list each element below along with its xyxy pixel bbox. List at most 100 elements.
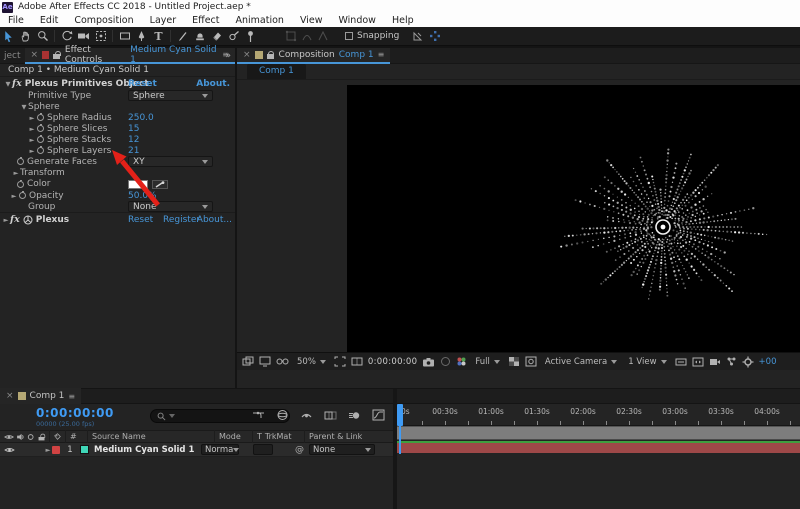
- sphere-radius-value[interactable]: 250.0: [128, 113, 154, 123]
- mini-flowchart-icon[interactable]: [252, 410, 265, 421]
- mask-visibility-icon[interactable]: [525, 356, 537, 367]
- playhead-handle[interactable]: [397, 404, 403, 426]
- puppet-pin-tool-icon[interactable]: [242, 28, 259, 45]
- expand-triangle-icon[interactable]: ►: [28, 125, 36, 133]
- close-icon[interactable]: ×: [243, 50, 251, 60]
- frame-blending-icon[interactable]: [324, 410, 337, 421]
- parent-dropdown[interactable]: None: [309, 444, 375, 455]
- motion-blur-icon[interactable]: [348, 410, 361, 421]
- layer-label-color[interactable]: [52, 446, 60, 454]
- stopwatch-icon[interactable]: [37, 125, 44, 132]
- pan-behind-tool-icon[interactable]: [92, 28, 109, 45]
- parent-pickwhip-icon[interactable]: @: [295, 445, 304, 455]
- eraser-tool-icon[interactable]: [208, 28, 225, 45]
- primitive-type-dropdown[interactable]: Sphere: [128, 90, 213, 101]
- menu-window[interactable]: Window: [330, 15, 383, 26]
- timeline-track-area[interactable]: 0s 00:30s 01:00s 01:30s 02:00s 02:30s 03…: [397, 404, 800, 509]
- about-link[interactable]: About...: [197, 215, 232, 225]
- blend-mode-dropdown[interactable]: Norma: [201, 444, 239, 455]
- eyedropper-icon[interactable]: [152, 180, 168, 189]
- shy-layers-icon[interactable]: [300, 410, 313, 421]
- reset-link[interactable]: Reset: [128, 215, 153, 225]
- comp-1-tab[interactable]: Comp 1: [247, 64, 306, 79]
- sphere-group-row[interactable]: ▼ Sphere: [0, 101, 235, 112]
- menu-help[interactable]: Help: [384, 15, 422, 26]
- work-area-bar[interactable]: [397, 426, 800, 440]
- fast-previews-icon[interactable]: [709, 357, 721, 367]
- camera-tool-icon[interactable]: [75, 28, 92, 45]
- composition-canvas[interactable]: [347, 85, 800, 370]
- snapping-checkbox[interactable]: [345, 32, 353, 40]
- sphere-layers-value[interactable]: 21: [128, 146, 139, 156]
- parent-link-column[interactable]: Parent & Link: [305, 430, 393, 443]
- type-tool-icon[interactable]: T: [150, 28, 167, 45]
- reset-link[interactable]: Reset: [128, 79, 157, 89]
- expand-triangle-icon[interactable]: ►: [10, 192, 18, 200]
- composition-viewport[interactable]: 50% 0:00:00:00 Full Active Camera 1 View: [237, 81, 800, 370]
- register-link[interactable]: Register: [163, 215, 200, 225]
- collapse-triangle-icon[interactable]: ▼: [4, 80, 12, 88]
- resolution-dropdown[interactable]: Full: [472, 355, 503, 368]
- lock-icon[interactable]: [53, 51, 60, 59]
- composition-tab[interactable]: × Composition Comp 1 ≡: [237, 48, 390, 64]
- effect-plexus-row[interactable]: ► fx Plexus Reset Register About...: [0, 212, 235, 226]
- network-render-icon[interactable]: [726, 356, 737, 367]
- exposure-value[interactable]: +00: [759, 357, 777, 367]
- layer-visibility-eye-icon[interactable]: [4, 446, 15, 454]
- preview-time[interactable]: 0:00:00:00: [368, 357, 417, 367]
- lock-icon[interactable]: [267, 51, 275, 59]
- stopwatch-icon[interactable]: [19, 192, 26, 199]
- graph-editor-icon[interactable]: [372, 409, 385, 421]
- rotation-tool-icon[interactable]: [58, 28, 75, 45]
- pen-tool-icon[interactable]: [133, 28, 150, 45]
- menu-composition[interactable]: Composition: [66, 15, 141, 26]
- tab-overflow-icon[interactable]: »: [225, 51, 231, 61]
- about-link[interactable]: About.: [196, 79, 230, 89]
- panel-menu-icon[interactable]: ≡: [378, 50, 385, 59]
- stereo-3d-glasses-icon[interactable]: [276, 357, 289, 366]
- sphere-stacks-value[interactable]: 12: [128, 135, 139, 145]
- project-tab-truncated[interactable]: ject: [0, 51, 25, 61]
- stopwatch-icon[interactable]: [17, 181, 24, 188]
- fx-badge-icon[interactable]: fx: [10, 214, 20, 225]
- menu-view[interactable]: View: [292, 15, 331, 26]
- current-timecode[interactable]: 0:00:00:00: [36, 406, 114, 420]
- menu-animation[interactable]: Animation: [228, 15, 292, 26]
- pixel-aspect-icon[interactable]: [692, 357, 704, 367]
- layer-expand-triangle-icon[interactable]: ►: [44, 446, 52, 454]
- stopwatch-icon[interactable]: [17, 158, 24, 165]
- opacity-value[interactable]: 50.0%: [128, 191, 157, 201]
- panel-menu-icon[interactable]: ≡: [68, 392, 75, 401]
- layer-row[interactable]: ► 1 Medium Cyan Solid 1 Norma @ None: [0, 443, 393, 457]
- layer-name[interactable]: Medium Cyan Solid 1: [89, 445, 201, 455]
- clone-stamp-tool-icon[interactable]: [191, 28, 208, 45]
- mode-column[interactable]: Mode: [215, 430, 253, 443]
- fx-badge-icon[interactable]: fx: [12, 78, 22, 89]
- region-of-interest-icon[interactable]: [334, 356, 346, 367]
- stopwatch-icon[interactable]: [37, 136, 44, 143]
- generate-faces-dropdown[interactable]: XY: [128, 156, 213, 167]
- draft-3d-icon[interactable]: [276, 409, 289, 421]
- group-dropdown[interactable]: None: [128, 201, 213, 212]
- playhead[interactable]: [397, 404, 404, 454]
- always-preview-icon[interactable]: [242, 356, 254, 367]
- menu-edit[interactable]: Edit: [32, 15, 66, 26]
- collapse-triangle-icon[interactable]: ▼: [20, 103, 28, 111]
- trkmat-column[interactable]: T TrkMat: [253, 430, 305, 443]
- show-channels-icon[interactable]: [456, 356, 467, 367]
- color-swatch[interactable]: [128, 180, 148, 189]
- rectangle-tool-icon[interactable]: [116, 28, 133, 45]
- selection-tool-icon[interactable]: [0, 28, 17, 45]
- effect-plexus-primitives-row[interactable]: ▼ fx Plexus Primitives Object Reset Abou…: [0, 77, 235, 90]
- layer-duration-bar[interactable]: [397, 443, 800, 453]
- expand-triangle-icon[interactable]: ►: [28, 147, 36, 155]
- title-action-safe-icon[interactable]: [351, 356, 363, 367]
- expand-triangle-icon[interactable]: ►: [12, 169, 20, 177]
- menu-effect[interactable]: Effect: [184, 15, 227, 26]
- expand-triangle-icon[interactable]: ►: [2, 216, 10, 224]
- stopwatch-icon[interactable]: [37, 147, 44, 154]
- trkmat-dropdown[interactable]: [253, 444, 273, 455]
- search-options-chevron-icon[interactable]: [169, 414, 175, 418]
- menu-layer[interactable]: Layer: [142, 15, 185, 26]
- source-name-column[interactable]: Source Name: [88, 430, 215, 443]
